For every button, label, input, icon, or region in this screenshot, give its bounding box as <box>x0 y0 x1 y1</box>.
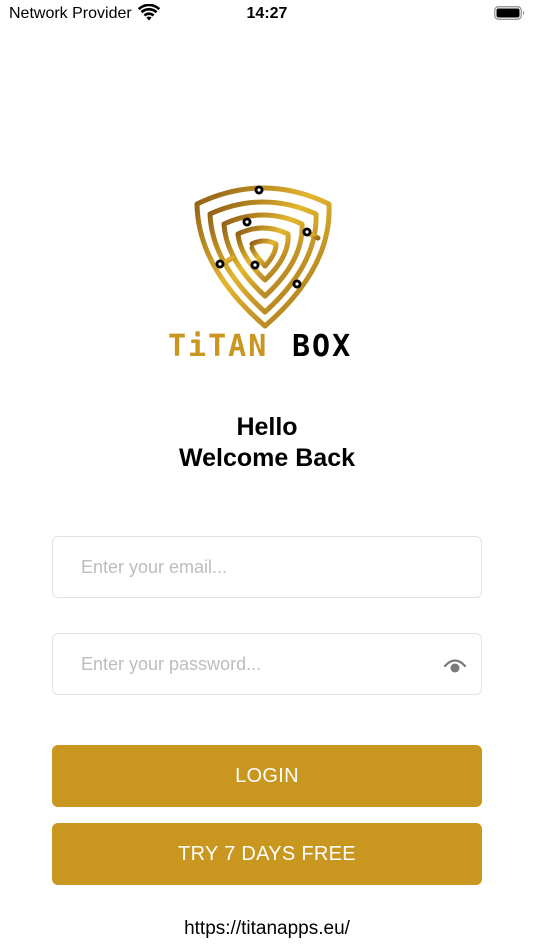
greeting-welcome-back: Welcome Back <box>178 444 355 472</box>
status-bar: Network Provider 14:27 <box>0 0 534 28</box>
titan-box-logo: TiTAN BOX <box>168 178 366 364</box>
brand-name-box: BOX <box>292 329 352 362</box>
email-input[interactable] <box>53 537 481 597</box>
password-field-container <box>52 633 482 695</box>
greeting-hello: Hello <box>236 413 298 441</box>
website-link[interactable]: https://titanapps.eu/ <box>0 918 534 940</box>
try-free-button[interactable]: TRY 7 DAYS FREE <box>52 823 482 885</box>
battery-icon <box>494 6 525 20</box>
titan-shield-icon: TiTAN BOX <box>168 185 352 364</box>
brand-name-titan: TiTAN <box>168 329 268 362</box>
eye-icon[interactable] <box>443 654 467 676</box>
password-input[interactable] <box>53 634 481 694</box>
greeting: Hello Welcome Back <box>0 412 534 474</box>
login-button[interactable]: LOGIN <box>52 745 482 807</box>
clock-time: 14:27 <box>246 5 288 22</box>
email-field-container <box>52 536 482 598</box>
